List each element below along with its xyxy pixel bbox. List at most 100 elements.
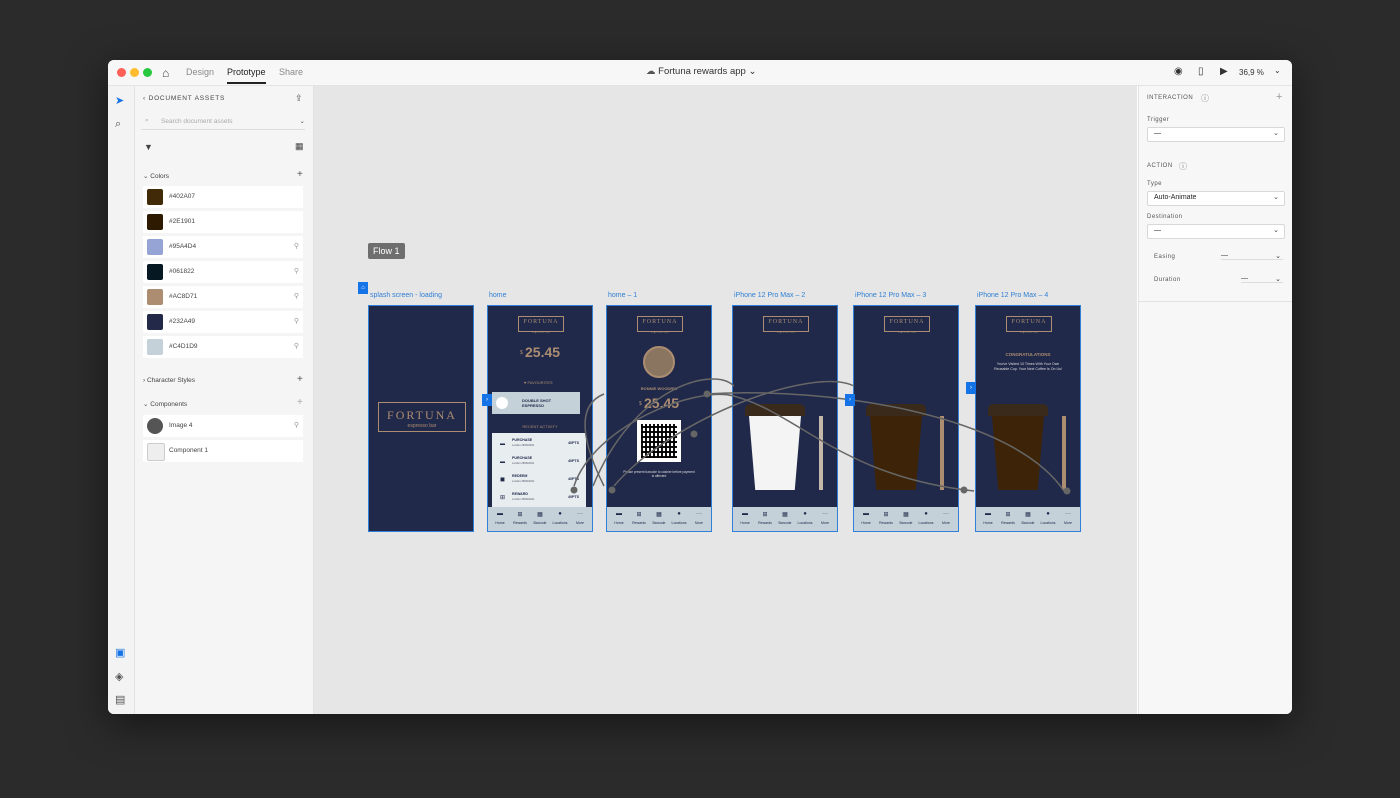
edit-link-icon[interactable]: ⚲ <box>294 292 299 300</box>
user-icon[interactable]: ◉ <box>1174 66 1183 77</box>
component-thumbnail <box>147 418 163 434</box>
add-color-icon[interactable]: + <box>297 169 303 180</box>
easing-label: Easing <box>1154 254 1176 260</box>
trigger-value: — <box>1154 130 1161 137</box>
info-icon[interactable]: ⓘ <box>1201 93 1209 104</box>
edit-link-icon[interactable]: ⚲ <box>294 421 299 429</box>
color-swatch-row[interactable]: #95A4D4 ⚲ <box>143 236 303 258</box>
tab-design[interactable]: Design <box>186 67 214 77</box>
flow-connector[interactable] <box>613 380 855 487</box>
color-swatch-row[interactable]: #232A49 ⚲ <box>143 311 303 333</box>
color-swatch-row[interactable]: #402A07 <box>143 186 303 208</box>
select-tool-icon[interactable]: ➤ <box>115 94 124 107</box>
color-swatch-row[interactable]: #AC8D71 ⚲ <box>143 286 303 308</box>
color-swatch <box>147 239 163 255</box>
grid-view-icon[interactable]: ▦ <box>295 141 304 152</box>
color-hex-label: #C4D1D9 <box>169 343 198 350</box>
color-hex-label: #402A07 <box>169 193 196 200</box>
zoom-window-button[interactable] <box>143 68 152 77</box>
connector-arrow-icon[interactable]: › <box>966 382 976 394</box>
trigger-label: Trigger <box>1147 117 1170 123</box>
export-icon[interactable]: ⇪ <box>295 93 303 104</box>
chevron-down-icon: ⌄ <box>1275 276 1281 283</box>
component-row[interactable]: Component 1 <box>143 440 303 462</box>
flow-node[interactable] <box>1063 487 1071 495</box>
easing-select[interactable]: — ⌄ <box>1221 252 1283 260</box>
assets-panel: ‹ DOCUMENT ASSETS ⇪ ⌕ Search document as… <box>135 86 314 714</box>
connector-arrow-icon[interactable]: › <box>482 394 492 406</box>
destination-select[interactable]: — ⌄ <box>1147 224 1285 239</box>
info-icon[interactable]: ⓘ <box>1179 161 1187 172</box>
app-window: ⌂ Design Prototype Share ☁ Fortuna rewar… <box>108 60 1292 714</box>
flow-node[interactable] <box>703 390 711 398</box>
edit-link-icon[interactable]: ⚲ <box>294 242 299 250</box>
search-field[interactable]: ⌕ Search document assets ⌄ <box>141 115 305 130</box>
component-label: Component 1 <box>169 447 209 454</box>
edit-link-icon[interactable]: ⚲ <box>294 317 299 325</box>
minimize-window-button[interactable] <box>130 68 139 77</box>
color-hex-label: #AC8D71 <box>169 293 198 300</box>
color-hex-label: #061822 <box>169 268 195 275</box>
add-interaction-icon[interactable]: + <box>1276 91 1282 103</box>
canvas[interactable]: Flow 1 splash screen - loading home home… <box>314 86 1137 714</box>
color-swatch-row[interactable]: #061822 ⚲ <box>143 261 303 283</box>
colors-section-toggle[interactable]: ⌄ Colors <box>143 172 169 180</box>
trigger-select[interactable]: — ⌄ <box>1147 127 1285 142</box>
device-preview-icon[interactable]: ▯ <box>1198 66 1204 77</box>
tool-strip: ➤ ⌕ ▣ ◈ ▤ <box>108 86 135 714</box>
duration-value: — <box>1241 275 1248 282</box>
flow-node[interactable] <box>608 486 616 494</box>
duration-label: Duration <box>1154 277 1181 283</box>
duration-select[interactable]: — ⌄ <box>1241 275 1283 283</box>
interaction-header: INTERACTION <box>1147 95 1194 101</box>
prototype-wires <box>570 378 1071 495</box>
tab-prototype[interactable]: Prototype <box>227 67 266 84</box>
zoom-chevron-icon[interactable]: ⌄ <box>1274 66 1281 75</box>
edit-link-icon[interactable]: ⚲ <box>294 342 299 350</box>
action-header: ACTION <box>1147 163 1173 169</box>
colors-section-label: Colors <box>150 173 170 180</box>
color-hex-label: #232A49 <box>169 318 196 325</box>
search-chevron-icon[interactable]: ⌄ <box>300 117 305 125</box>
edit-link-icon[interactable]: ⚲ <box>294 267 299 275</box>
title-bar: ⌂ Design Prototype Share ☁ Fortuna rewar… <box>108 60 1292 86</box>
tab-share[interactable]: Share <box>279 67 303 77</box>
component-label: Image 4 <box>169 422 193 429</box>
color-hex-label: #2E1901 <box>169 218 196 225</box>
components-section-toggle[interactable]: ⌄ Components <box>143 400 187 408</box>
color-swatch <box>147 339 163 355</box>
type-select[interactable]: Auto-Animate ⌄ <box>1147 191 1285 206</box>
flow-connector[interactable] <box>584 393 605 487</box>
assets-header[interactable]: ‹ DOCUMENT ASSETS <box>143 95 225 102</box>
document-title[interactable]: ☁ Fortuna rewards app ⌄ <box>646 66 756 77</box>
assets-panel-icon[interactable]: ▣ <box>115 646 125 659</box>
chevron-down-icon: ⌄ <box>1275 253 1281 260</box>
plugins-panel-icon[interactable]: ▤ <box>115 693 125 706</box>
character-styles-toggle[interactable]: › Character Styles <box>143 377 195 384</box>
flow-connector[interactable] <box>723 393 975 492</box>
flow-node[interactable] <box>960 486 968 494</box>
color-swatch <box>147 264 163 280</box>
components-section-label: Components <box>150 401 188 408</box>
properties-panel: INTERACTION ⓘ + Trigger — ⌄ ACTION ⓘ Type… <box>1138 86 1292 714</box>
zoom-tool-icon[interactable]: ⌕ <box>115 118 121 131</box>
color-swatch-row[interactable]: #C4D1D9 ⚲ <box>143 336 303 358</box>
flow-node[interactable] <box>570 486 578 494</box>
chevron-down-icon: ⌄ <box>1273 130 1279 137</box>
play-icon[interactable]: ▶ <box>1220 66 1228 77</box>
flow-connector[interactable] <box>703 392 1065 492</box>
easing-value: — <box>1221 252 1228 259</box>
flow-node[interactable] <box>690 430 698 438</box>
filter-icon[interactable]: ▼ <box>144 142 153 152</box>
color-hex-label: #95A4D4 <box>169 243 197 250</box>
component-thumbnail <box>147 443 165 461</box>
add-component-icon[interactable]: + <box>297 397 303 408</box>
connector-arrow-icon[interactable]: › <box>845 394 855 406</box>
add-character-style-icon[interactable]: + <box>297 374 303 385</box>
layers-panel-icon[interactable]: ◈ <box>115 670 123 683</box>
component-row[interactable]: Image 4 ⚲ <box>143 415 303 437</box>
home-icon[interactable]: ⌂ <box>162 66 169 80</box>
color-swatch-row[interactable]: #2E1901 <box>143 211 303 233</box>
zoom-level[interactable]: 36,9 % <box>1239 68 1264 77</box>
close-window-button[interactable] <box>117 68 126 77</box>
